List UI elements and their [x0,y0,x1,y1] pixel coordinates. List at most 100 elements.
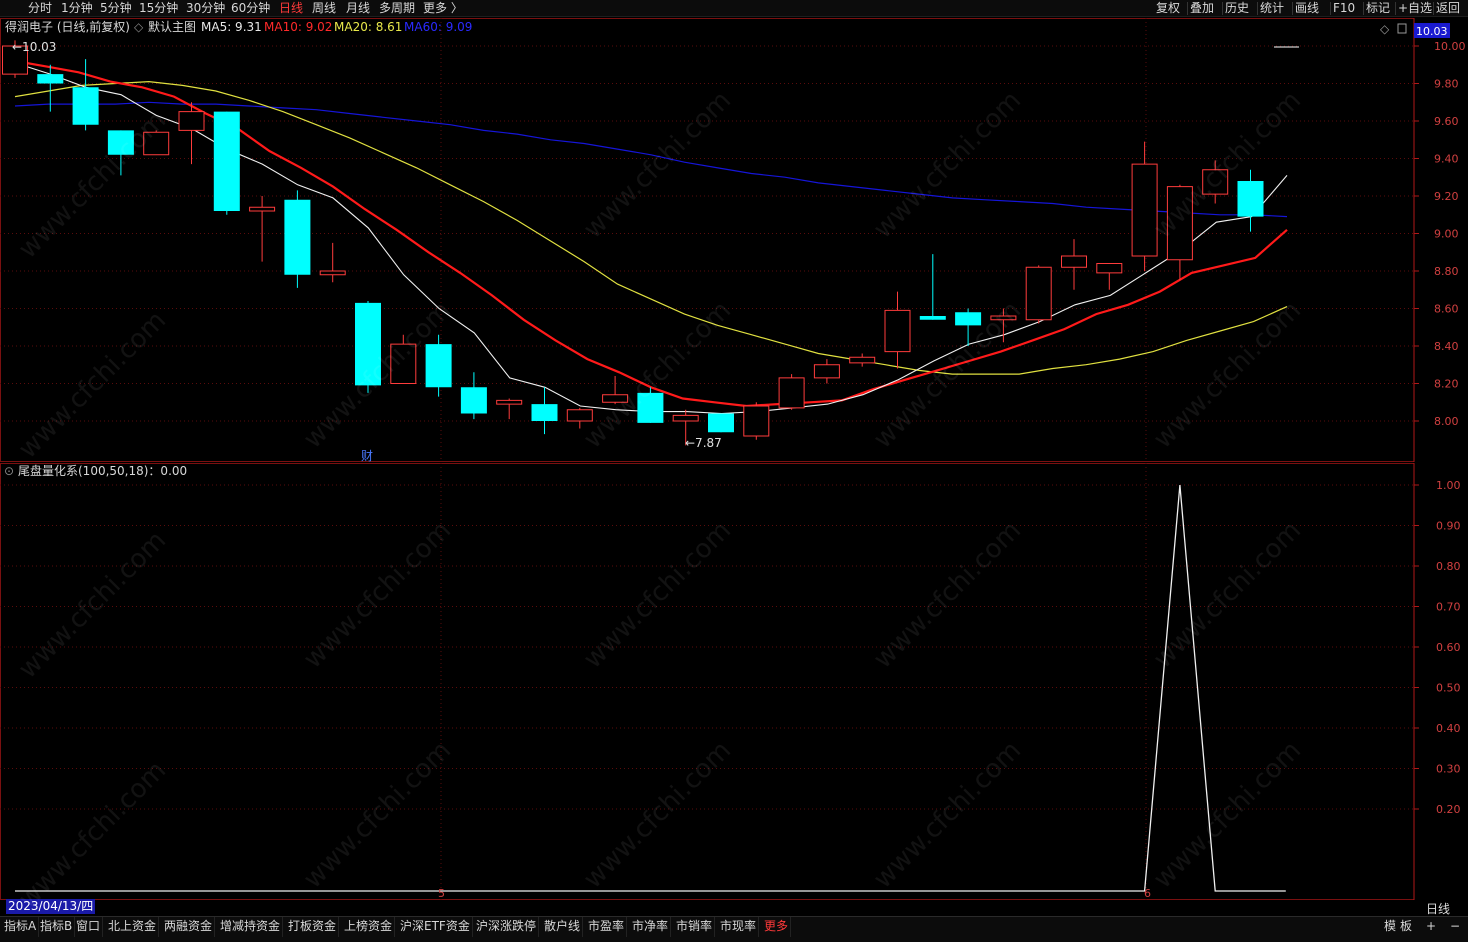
tool-separator [1257,2,1258,15]
candle [531,387,558,435]
candle [213,111,240,215]
tool-button-4[interactable]: 画线 [1295,0,1319,17]
bottom-tab-14[interactable]: 市现率 [718,917,760,937]
high-price-label: ←10.03 [12,40,56,54]
candle-body [1131,163,1158,257]
candle-body [1025,266,1052,321]
period-tab-3[interactable]: 15分钟 [139,0,178,17]
bottom-right-button-0[interactable]: 模 [1382,917,1398,937]
indicator-chart[interactable]: 1.00 0.90 0.80 0.70 0.60 0.50 0.40 0.30 0.20 5 6 [0,463,1468,900]
candle-body [778,377,805,409]
main-y-tick-label: 9.40 [1434,153,1459,166]
candle-body [566,409,593,422]
candle [813,359,840,384]
main-y-tick-label: 9.60 [1434,115,1459,128]
sub-y-tick-label: 0.30 [1436,763,1461,776]
candle [1096,263,1123,290]
bottom-tab-4[interactable]: 两融资金 [162,917,216,937]
candle-body [813,364,840,379]
candle [1237,169,1264,232]
candle-body [1096,263,1123,274]
bottom-tab-13[interactable]: 市销率 [674,917,716,937]
tool-button-8[interactable]: 返回 [1436,0,1460,17]
bottom-tab-3[interactable]: 北上资金 [106,917,160,937]
bottom-tab-5[interactable]: 增减持资金 [218,917,284,937]
sub-y-tick-label: 0.90 [1436,520,1461,533]
tool-button-6[interactable]: 标记 [1366,0,1390,17]
bottom-right-button-2[interactable]: + [1424,917,1438,937]
tool-button-3[interactable]: 统计 [1260,0,1284,17]
candle-body [496,399,523,405]
candle-body [37,74,64,84]
period-tab-5[interactable]: 60分钟 [231,0,270,17]
bottom-tab-11[interactable]: 市盈率 [586,917,628,937]
period-tab-4[interactable]: 30分钟 [186,0,225,17]
candle-body [460,387,487,414]
candle-body [708,413,734,433]
bottom-right-button-3[interactable]: − [1448,917,1462,937]
period-tab-6[interactable]: 日线 [279,0,303,17]
bottom-right-button-1[interactable]: 板 [1398,917,1414,937]
period-tab-9[interactable]: 多周期 [379,0,415,17]
bottom-tab-8[interactable]: 沪深ETF资金 [398,917,473,937]
main-y-tick-label: 9.80 [1434,78,1459,91]
candle [884,291,911,369]
candle-body [319,270,346,276]
candle [284,190,311,288]
candlestick-chart[interactable]: 10.00 9.80 9.60 9.40 9.20 9.00 8.80 8.60 8.40 8.2… [0,18,1468,462]
sub-y-tick-label: 0.20 [1436,803,1461,816]
candle [849,353,876,367]
period-tab-1[interactable]: 1分钟 [61,0,93,17]
candle [249,196,276,262]
tool-button-2[interactable]: 历史 [1225,0,1249,17]
bottom-tab-9[interactable]: 沪深涨跌停 [474,917,540,937]
tool-separator [1363,2,1364,15]
main-y-tick-label: 8.20 [1434,378,1459,391]
tool-button-0[interactable]: 复权 [1156,0,1180,17]
period-tab-0[interactable]: 分时 [28,0,52,17]
period-tab-10[interactable]: 更多 〉 [423,0,463,17]
bottom-tab-10[interactable]: 散户线 [542,917,584,937]
tool-button-1[interactable]: 叠加 [1190,0,1214,17]
main-y-tick-label: 8.40 [1434,340,1459,353]
candle [72,59,99,131]
bottom-tab-0[interactable]: 指标A [2,917,40,937]
candle-body [72,87,99,125]
low-price-label: ←7.87 [685,436,722,450]
bottom-tab-7[interactable]: 上榜资金 [342,917,396,937]
candle [496,398,523,420]
main-y-tick-label: 10.00 [1434,40,1466,53]
sub-y-tick-label: 0.60 [1436,641,1461,654]
bottom-tab-6[interactable]: 打板资金 [286,917,340,937]
period-tab-2[interactable]: 5分钟 [100,0,132,17]
x-month-5: 5 [438,887,445,900]
candle [743,402,770,440]
bottom-tab-15[interactable]: 更多 [762,917,792,937]
main-y-tick-label: 9.20 [1434,190,1459,203]
main-y-tick-label: 9.00 [1434,228,1459,241]
bottom-tab-2[interactable]: 窗口 [74,917,104,937]
bottom-tab-12[interactable]: 市净率 [630,917,672,937]
candle-body [284,199,311,275]
period-tab-7[interactable]: 周线 [312,0,336,17]
main-y-tick-label: 8.00 [1434,415,1459,428]
candle-body [425,344,452,388]
bottom-tab-1[interactable]: 指标B [38,917,76,937]
sub-y-tick-label: 0.70 [1436,601,1461,614]
tool-button-7[interactable]: +自选 [1398,0,1432,17]
candle-body [919,316,946,320]
candle [778,374,805,410]
candle [1131,141,1158,271]
sub-y-tick-label: 1.00 [1436,479,1461,492]
ma20-line [14,80,1288,375]
candle-body [1061,255,1087,268]
window-icon [1397,23,1407,34]
tool-separator [1292,2,1293,15]
sub-y-tick-label: 0.50 [1436,682,1461,695]
tool-separator [1187,2,1188,15]
tool-button-5[interactable]: F10 [1333,0,1355,17]
candle-body [249,206,276,212]
candle-body [743,405,770,437]
period-tab-8[interactable]: 月线 [346,0,370,17]
candle-body [672,414,699,422]
